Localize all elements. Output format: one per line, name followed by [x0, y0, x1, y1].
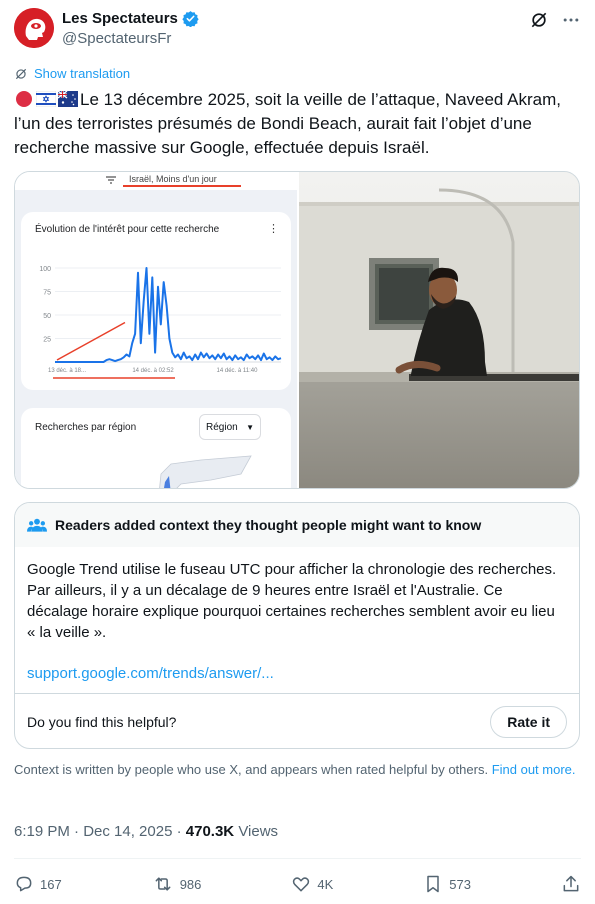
tweet-body: Le 13 décembre 2025, soit la veille de l… [14, 90, 562, 157]
trends-filter-bar: Israël, Moins d'un jour [15, 172, 297, 190]
community-note-title: Readers added context they thought peopl… [55, 517, 482, 533]
context-disclaimer-text: Context is written by people who use X, … [14, 762, 489, 777]
reply-button[interactable]: 167 [14, 874, 62, 894]
x-tick-label: 14 déc. à 11:40 [217, 368, 259, 374]
kebab-menu-icon[interactable]: ⋮ [268, 222, 279, 235]
region-select-value: Région [206, 421, 238, 433]
interest-chart-title: Évolution de l'intérêt pour cette recher… [35, 224, 220, 235]
y-tick-label: 25 [43, 337, 51, 344]
x-tick-label: 14 déc. à 02:52 [132, 368, 174, 374]
spectateurs-logo-icon [14, 8, 54, 48]
community-note-source-link[interactable]: support.google.com/trends/answer/... [27, 663, 567, 684]
bookmark-count: 573 [449, 876, 471, 892]
region-card: Recherches par région Région ▼ [21, 408, 291, 488]
interest-over-time-card: Évolution de l'intérêt pour cette recher… [21, 212, 291, 390]
author-name[interactable]: Les Spectateurs [62, 10, 178, 27]
divider [14, 858, 581, 859]
bookmark-button[interactable]: 573 [423, 874, 471, 894]
tweet-meta: 6:19 PM · Dec 14, 2025 · 470.3K Views [14, 823, 278, 840]
avatar[interactable] [14, 8, 54, 48]
australia-flag-icon [58, 91, 78, 107]
views-label: Views [238, 823, 279, 840]
community-note-header: Readers added context they thought peopl… [15, 503, 579, 547]
tweet-header: Les Spectateurs @SpectateursFr [14, 8, 581, 52]
bookmark-icon [427, 875, 440, 893]
translate-icon [15, 68, 27, 79]
community-note-text: Google Trend utilise le fuseau UTC pour … [27, 561, 557, 641]
reply-icon [16, 876, 32, 892]
y-tick-label: 75 [43, 290, 51, 297]
rate-it-button[interactable]: Rate it [490, 705, 567, 738]
tweet-timestamp[interactable]: 6:19 PM · Dec 14, 2025 · [14, 823, 182, 840]
chevron-down-icon: ▼ [246, 422, 254, 432]
region-title: Recherches par région [35, 422, 137, 433]
community-note: Readers added context they thought peopl… [14, 502, 580, 749]
trends-filter-label: Israël, Moins d'un jour [129, 174, 217, 184]
repost-icon [155, 877, 171, 891]
tweet-actions: 167 986 4K 573 [14, 872, 581, 896]
red-circle-icon [16, 91, 32, 107]
community-note-body: Google Trend utilise le fuseau UTC pour … [15, 547, 579, 684]
israel-flag-icon [36, 91, 56, 107]
red-underline [123, 185, 241, 187]
verified-badge-icon [182, 11, 199, 27]
tweet-text: Le 13 décembre 2025, soit la veille de l… [14, 88, 580, 160]
share-icon [563, 875, 579, 892]
google-trends-screenshot[interactable]: Israël, Moins d'un jour Évolution de l'i… [15, 172, 297, 488]
filter-icon [106, 176, 116, 184]
reply-count: 167 [40, 876, 62, 892]
repost-button[interactable]: 986 [152, 874, 202, 894]
rooftop-photo[interactable] [299, 172, 579, 488]
find-out-more-link[interactable]: Find out more. [492, 762, 576, 777]
show-translation-link[interactable]: Show translation [14, 66, 130, 81]
y-tick-label: 100 [39, 266, 51, 273]
repost-count: 986 [179, 876, 202, 892]
map-outline [159, 455, 252, 488]
context-disclaimer: Context is written by people who use X, … [14, 762, 580, 778]
like-count: 4K [317, 876, 334, 892]
interest-line-chart: 100 75 50 25 13 déc. à 18... 14 déc. à 02:52 1… [39, 266, 282, 379]
x-tick-label: 13 déc. à 18... [48, 368, 86, 374]
author-name-row[interactable]: Les Spectateurs [62, 10, 199, 27]
show-translation-label: Show translation [34, 66, 131, 81]
red-trend-annotation [56, 321, 126, 361]
share-button[interactable] [561, 874, 581, 894]
views-count: 470.3K [185, 823, 235, 840]
helpful-question: Do you find this helpful? [27, 713, 177, 730]
grok-icon[interactable] [529, 10, 549, 30]
media-grid[interactable]: Israël, Moins d'un jour Évolution de l'i… [14, 171, 580, 489]
photo-man-on-rooftop [299, 172, 579, 488]
people-icon [27, 518, 47, 532]
author-handle[interactable]: @SpectateursFr [62, 30, 171, 47]
like-button[interactable]: 4K [291, 874, 333, 894]
more-options-icon[interactable] [561, 10, 581, 30]
region-select[interactable]: Région ▼ [199, 414, 261, 440]
heart-icon [293, 877, 310, 892]
y-tick-label: 50 [43, 313, 51, 320]
helpful-row: Do you find this helpful? Rate it [15, 693, 579, 748]
